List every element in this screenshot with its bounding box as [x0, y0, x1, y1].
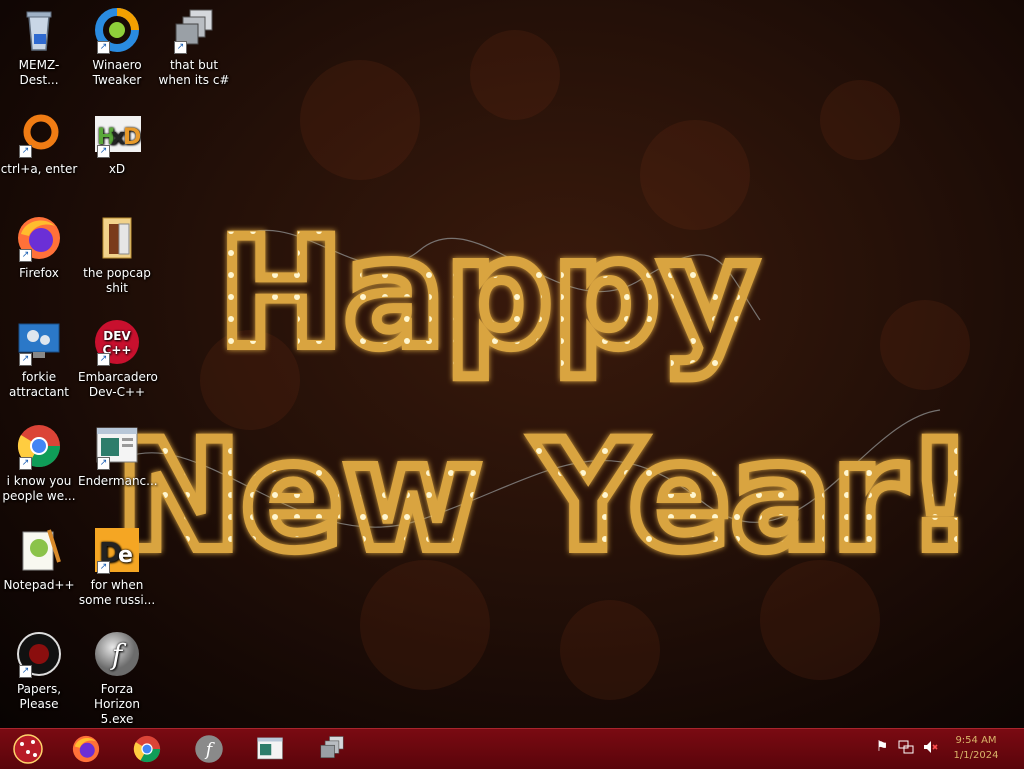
icon-label: Endermanc...	[78, 474, 158, 488]
taskbar-firefox-button[interactable]	[62, 732, 110, 766]
desktop-icon-papers-please[interactable]: ↗ Papers, Please	[0, 630, 78, 712]
shortcut-arrow-icon: ↗	[97, 145, 110, 158]
icon-label: MEMZ-Dest...	[18, 58, 60, 87]
taskbar: f ⚑ 9:54 AM 1/1/2024	[0, 728, 1024, 769]
bokeh-light	[300, 60, 420, 180]
bokeh-light	[360, 560, 490, 690]
shortcut-arrow-icon: ↗	[97, 457, 110, 470]
svg-text:DEV: DEV	[103, 329, 131, 343]
volume-muted-icon[interactable]	[921, 739, 939, 757]
windows-stack-icon: ↗	[170, 6, 218, 54]
shortcut-arrow-icon: ↗	[19, 249, 32, 262]
bokeh-light	[880, 300, 970, 390]
flash-player-icon: f	[93, 630, 141, 678]
icon-label: for when some russi...	[78, 578, 156, 607]
recycle-bin-icon	[15, 6, 63, 54]
taskbar-chrome-button[interactable]	[123, 732, 171, 766]
taskbar-window-app-button[interactable]	[246, 732, 294, 766]
svg-text:e: e	[118, 543, 133, 568]
taskbar-clock[interactable]: 9:54 AM 1/1/2024	[946, 733, 1006, 763]
firefox-icon	[72, 735, 100, 763]
shortcut-arrow-icon: ↗	[174, 41, 187, 54]
monitor-gear-icon: ↗	[15, 318, 63, 366]
greeting-line1-bulbs: Happy	[218, 207, 757, 381]
desktop-icon-ctrl-a-enter[interactable]: ↗ ctrl+a, enter	[0, 110, 78, 177]
icon-label: Embarcadero Dev-C++	[78, 370, 158, 399]
shortcut-arrow-icon: ↗	[97, 353, 110, 366]
network-icon[interactable]	[897, 739, 915, 757]
window-app-icon: ↗	[93, 422, 141, 470]
icon-label: i know you people we...	[2, 474, 76, 503]
bokeh-light	[640, 120, 750, 230]
desktop-icon-xd[interactable]: HxD ↗ xD	[78, 110, 156, 177]
desktop-icon-popcap[interactable]: the popcap shit	[78, 214, 156, 296]
shortcut-arrow-icon: ↗	[97, 41, 110, 54]
greeting-line2-bulbs: New Year!	[116, 410, 974, 584]
shortcut-arrow-icon: ↗	[19, 457, 32, 470]
shortcut-arrow-icon: ↗	[19, 353, 32, 366]
firefox-icon: ↗	[15, 214, 63, 262]
shortcut-arrow-icon: ↗	[19, 665, 32, 678]
desktop-icon-firefox[interactable]: ↗ Firefox	[0, 214, 78, 281]
taskbar-windows-stack-button[interactable]	[308, 732, 356, 766]
icon-label: xD	[108, 162, 126, 176]
flash-player-icon: f	[195, 735, 223, 763]
icon-label: forkie attractant	[8, 370, 70, 399]
desktop-icon-endermanch[interactable]: ↗ Endermanc...	[78, 422, 158, 489]
bokeh-light	[820, 80, 900, 160]
greeting-line2-glow: New Year!	[116, 410, 974, 584]
taskbar-flash-button[interactable]: f	[185, 732, 233, 766]
desktop[interactable]: Happy Happy New Year! New Year! MEMZ-Des…	[0, 0, 1024, 728]
flag-icon[interactable]: ⚑	[873, 739, 891, 757]
orange-ring-icon: ↗	[15, 110, 63, 158]
chrome-icon	[133, 735, 161, 763]
desktop-icon-dev-cpp[interactable]: DEV C++ ↗ Embarcadero Dev-C++	[78, 318, 158, 400]
desktop-icon-russian-app[interactable]: De ↗ for when some russi...	[78, 526, 156, 608]
icon-label: ctrl+a, enter	[0, 162, 78, 176]
bokeh-light	[760, 560, 880, 680]
desktop-icon-winaero-tweaker[interactable]: ↗ Winaero Tweaker	[78, 6, 156, 88]
de-app-icon: De ↗	[93, 526, 141, 574]
clock-date: 1/1/2024	[953, 750, 999, 761]
bokeh-light	[560, 600, 660, 700]
desktop-icon-that-but-when-its-csharp[interactable]: ↗ that but when its c#	[155, 6, 233, 88]
hxd-icon: HxD ↗	[93, 110, 141, 158]
shortcut-arrow-icon: ↗	[19, 145, 32, 158]
desktop-icon-chrome[interactable]: ↗ i know you people we...	[0, 422, 78, 504]
clock-time: 9:54 AM	[955, 735, 997, 746]
windows-stack-icon	[320, 736, 344, 759]
winaero-tweaker-icon: ↗	[93, 6, 141, 54]
greeting-line1-glow: Happy	[218, 207, 757, 381]
desktop-icon-notepad-plus-plus[interactable]: Notepad++	[0, 526, 78, 593]
shortcut-arrow-icon: ↗	[97, 561, 110, 574]
icon-label: Notepad++	[3, 578, 75, 592]
bokeh-light	[200, 330, 300, 430]
desktop-icon-memz[interactable]: MEMZ-Dest...	[0, 6, 78, 88]
window-app-icon	[257, 737, 283, 760]
icon-label: Firefox	[19, 266, 59, 280]
desktop-icon-forza-horizon[interactable]: f Forza Horizon 5.exe	[78, 630, 156, 727]
bokeh-light	[470, 30, 560, 120]
papers-please-icon: ↗	[15, 630, 63, 678]
chrome-icon: ↗	[15, 422, 63, 470]
icon-label: the popcap shit	[83, 266, 151, 295]
start-orb-icon	[13, 734, 43, 764]
icon-label: Winaero Tweaker	[92, 58, 142, 87]
icon-label: that but when its c#	[158, 58, 230, 87]
desktop-icon-forkie-attractant[interactable]: ↗ forkie attractant	[0, 318, 78, 400]
svg-text:D: D	[123, 125, 141, 150]
icon-label: Forza Horizon 5.exe	[94, 682, 140, 726]
folder-icon	[93, 214, 141, 262]
icon-label: Papers, Please	[16, 682, 62, 711]
dev-cpp-icon: DEV C++ ↗	[93, 318, 141, 366]
start-button[interactable]	[4, 732, 52, 766]
notepad-plus-plus-icon	[15, 526, 63, 574]
